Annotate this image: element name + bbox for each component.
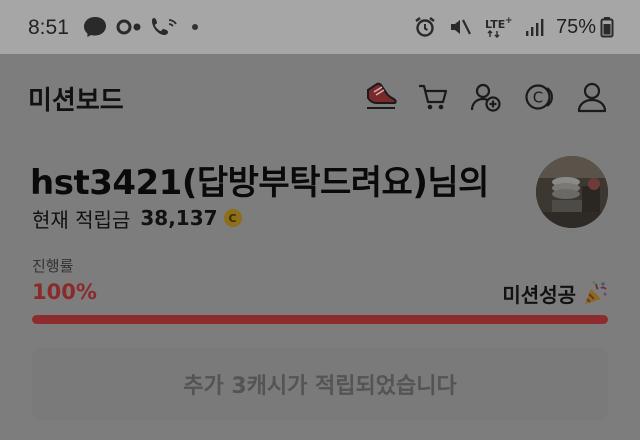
mission-status: 미션성공 bbox=[502, 278, 608, 308]
battery-percent: 75% bbox=[555, 15, 596, 38]
mission-shoe-icon bbox=[367, 82, 397, 109]
profile-icon bbox=[577, 82, 607, 113]
messenger-icon bbox=[84, 17, 106, 37]
svg-text:+: + bbox=[505, 16, 512, 26]
user-greeting: hst3421(답방부탁드려요)님의 bbox=[30, 163, 489, 203]
battery-icon bbox=[600, 17, 614, 38]
avatar[interactable] bbox=[536, 156, 608, 228]
wifi-calling-icon bbox=[152, 18, 177, 35]
status-bar: 8:51 LTE + 75% bbox=[0, 0, 640, 54]
cash-button[interactable]: C bbox=[519, 78, 559, 116]
lte-icon: LTE + bbox=[485, 16, 512, 38]
progress-bar bbox=[32, 315, 608, 324]
status-right-icons: LTE + 75% bbox=[414, 14, 614, 40]
add-friend-button[interactable] bbox=[466, 78, 506, 116]
avatar-photo bbox=[536, 156, 608, 228]
cart-icon bbox=[419, 84, 448, 110]
status-time: 8:51 bbox=[28, 16, 69, 39]
signal-icon bbox=[525, 19, 544, 36]
add-friend-icon bbox=[470, 83, 501, 112]
coin-icon: C bbox=[223, 209, 242, 227]
mission-button[interactable] bbox=[360, 78, 400, 116]
mission-status-label: 미션성공 bbox=[502, 282, 576, 307]
profile-button[interactable] bbox=[572, 78, 612, 116]
header-toolbar: C bbox=[360, 78, 625, 116]
progress-percent: 100% bbox=[32, 280, 97, 304]
progress-bar-fill bbox=[32, 315, 608, 324]
points-summary: 현재 적립금 38,137 C bbox=[32, 204, 242, 232]
cart-button[interactable] bbox=[413, 78, 453, 116]
cash-earned-notice[interactable]: 추가 3캐시가 적립되었습니다 bbox=[32, 348, 608, 420]
notification-icon bbox=[116, 19, 141, 35]
page-title: 미션보드 bbox=[28, 86, 124, 116]
mute-icon bbox=[450, 19, 471, 35]
more-notifications-dot bbox=[192, 24, 198, 30]
svg-text:C: C bbox=[533, 89, 543, 107]
svg-text:LTE: LTE bbox=[485, 18, 505, 31]
status-left-icons bbox=[82, 14, 198, 40]
progress-caption: 진행률 bbox=[32, 257, 74, 275]
points-value: 38,137 bbox=[140, 206, 218, 230]
party-popper-icon bbox=[585, 281, 607, 304]
points-label: 현재 적립금 bbox=[32, 207, 131, 232]
cash-coin-icon: C bbox=[525, 84, 554, 110]
alarm-icon bbox=[415, 17, 435, 37]
